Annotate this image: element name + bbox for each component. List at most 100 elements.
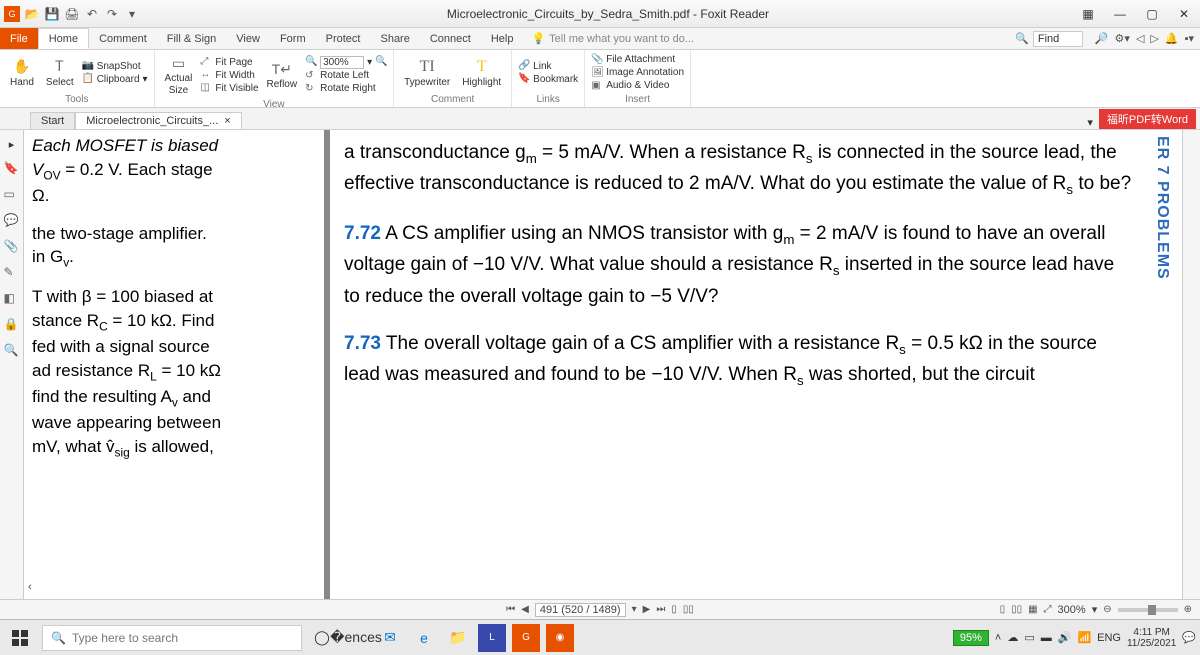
- fit-width-button[interactable]: ↔Fit Width: [200, 69, 258, 81]
- zoom-out-icon[interactable]: 🔍: [305, 56, 317, 68]
- comments-panel-icon[interactable]: 💬: [4, 213, 20, 229]
- settings-icon[interactable]: ⚙▾: [1115, 32, 1130, 45]
- tab-comment[interactable]: Comment: [89, 28, 157, 49]
- bookmark-button[interactable]: 🔖Bookmark: [518, 73, 578, 85]
- tab-home[interactable]: Home: [38, 28, 89, 49]
- page-dropdown-icon[interactable]: ▾: [632, 604, 637, 615]
- explorer-icon[interactable]: 📁: [444, 624, 472, 652]
- doctab-document[interactable]: Microelectronic_Circuits_...×: [75, 112, 241, 129]
- qat-more-icon[interactable]: ▾: [124, 6, 140, 22]
- zoom-in-icon[interactable]: 🔍: [375, 56, 387, 68]
- file-attachment-button[interactable]: 📎File Attachment: [591, 54, 684, 66]
- task-view-icon[interactable]: ◯: [308, 624, 336, 652]
- minimize-icon[interactable]: —: [1108, 4, 1132, 24]
- audio-video-button[interactable]: ▣Audio & Video: [591, 80, 684, 92]
- security-panel-icon[interactable]: 🔒: [4, 317, 20, 333]
- find-input[interactable]: Find: [1033, 31, 1083, 47]
- wifi-icon[interactable]: 📶: [1077, 631, 1091, 644]
- typewriter-button[interactable]: TITypewriter: [400, 56, 454, 90]
- clipboard-button[interactable]: 📋Clipboard ▾: [82, 73, 148, 85]
- fit-visible-button[interactable]: ◫Fit Visible: [200, 82, 258, 94]
- page-number-input[interactable]: 491 (520 / 1489): [535, 603, 626, 617]
- signatures-panel-icon[interactable]: ✎: [4, 265, 20, 281]
- print-icon[interactable]: 🖨: [64, 6, 80, 22]
- zoom-slider[interactable]: [1118, 608, 1178, 612]
- clock[interactable]: 4:11 PM 11/25/2021: [1127, 627, 1176, 649]
- volume-icon[interactable]: 🔊: [1058, 631, 1072, 644]
- vertical-scrollbar[interactable]: [1182, 130, 1200, 599]
- tab-protect[interactable]: Protect: [316, 28, 371, 49]
- tray-chevron-icon[interactable]: ˄: [995, 632, 1001, 644]
- rotate-right-button[interactable]: ↻Rotate Right: [305, 83, 387, 95]
- last-page-icon[interactable]: ⏭: [656, 604, 665, 615]
- zoom-input[interactable]: 300%: [320, 56, 364, 69]
- next-page-icon[interactable]: ▶: [643, 604, 651, 615]
- tab-share[interactable]: Share: [370, 28, 419, 49]
- undo-icon[interactable]: ↶: [84, 6, 100, 22]
- open-icon[interactable]: 📂: [24, 6, 40, 22]
- bell-icon[interactable]: 🔔: [1165, 32, 1179, 45]
- search-panel-icon[interactable]: 🔍: [4, 343, 20, 359]
- highlight-button[interactable]: THighlight: [458, 56, 505, 90]
- save-icon[interactable]: 💾: [44, 6, 60, 22]
- pages-panel-icon[interactable]: ▭: [4, 187, 20, 203]
- select-button[interactable]: ᎢSelect: [42, 56, 78, 90]
- reflow-button[interactable]: T↵Reflow: [263, 58, 302, 92]
- page-left[interactable]: Each MOSFET is biased VOV = 0.2 V. Each …: [24, 130, 324, 599]
- app-icon-2[interactable]: G: [512, 624, 540, 652]
- link-button[interactable]: 🔗Link: [518, 60, 578, 72]
- maximize-icon[interactable]: ▢: [1140, 4, 1164, 24]
- page-right[interactable]: a transconductance gm = 5 mA/V. When a r…: [330, 130, 1142, 599]
- app-icon-1[interactable]: L: [478, 624, 506, 652]
- apps-icon[interactable]: ▦: [1076, 4, 1100, 24]
- hand-button[interactable]: ✋Hand: [6, 56, 38, 90]
- mail-icon[interactable]: ✉: [376, 624, 404, 652]
- prev-page-icon[interactable]: ◀: [521, 604, 529, 615]
- app-icon-3[interactable]: ◉: [546, 624, 574, 652]
- battery-indicator[interactable]: 95%: [953, 630, 989, 646]
- fit-page-button[interactable]: ⤢Fit Page: [200, 56, 258, 68]
- rotate-left-button[interactable]: ↺Rotate Left: [305, 70, 387, 82]
- cortana-icon[interactable]: �ences: [342, 624, 370, 652]
- snapshot-button[interactable]: 📷SnapShot: [82, 60, 148, 72]
- doctab-start[interactable]: Start: [30, 112, 75, 129]
- view-mode-icon-2[interactable]: ▯▯: [1011, 604, 1022, 615]
- bookmarks-panel-icon[interactable]: 🔖: [4, 161, 20, 177]
- pdf-to-word-button[interactable]: 福昕PDF转Word: [1099, 109, 1196, 129]
- taskbar-search[interactable]: 🔍Type here to search: [42, 625, 302, 651]
- close-tab-icon[interactable]: ×: [224, 115, 230, 127]
- battery-icon[interactable]: ▬: [1041, 632, 1052, 644]
- tab-file[interactable]: File: [0, 28, 38, 49]
- tab-fill-sign[interactable]: Fill & Sign: [157, 28, 227, 49]
- language-indicator[interactable]: ENG: [1097, 632, 1121, 644]
- tell-me[interactable]: 💡Tell me what you want to do...: [523, 28, 702, 49]
- search-done-icon[interactable]: 🔎: [1095, 32, 1109, 45]
- start-button[interactable]: [4, 624, 36, 652]
- collapse-ribbon-icon[interactable]: ◁: [1136, 32, 1144, 45]
- sidebar-expand-icon[interactable]: ▸: [9, 138, 15, 151]
- zoom-dropdown-icon[interactable]: ▾: [1092, 603, 1098, 616]
- image-annotation-button[interactable]: 🖼Image Annotation: [591, 67, 684, 79]
- tab-form[interactable]: Form: [270, 28, 316, 49]
- close-icon[interactable]: ✕: [1172, 4, 1196, 24]
- layers-panel-icon[interactable]: ◧: [4, 291, 20, 307]
- doctab-dropdown-icon[interactable]: ▾: [1081, 116, 1099, 129]
- edge-icon[interactable]: e: [410, 624, 438, 652]
- notifications-icon[interactable]: 💬: [1182, 631, 1196, 644]
- first-page-icon[interactable]: ⏮: [506, 604, 515, 615]
- tray-icon[interactable]: ▭: [1024, 631, 1034, 644]
- zoom-in-icon[interactable]: ⊕: [1184, 604, 1192, 615]
- view-mode-icon-1[interactable]: ▯: [1000, 604, 1006, 615]
- view-mode-icon-3[interactable]: ▦: [1028, 604, 1037, 615]
- redo-icon[interactable]: ↷: [104, 6, 120, 22]
- pin-icon[interactable]: ▪▾: [1185, 32, 1194, 45]
- play-icon[interactable]: ▷: [1150, 32, 1158, 45]
- zoom-out-icon[interactable]: ⊖: [1103, 604, 1111, 615]
- onedrive-icon[interactable]: ☁: [1007, 631, 1018, 644]
- attachments-panel-icon[interactable]: 📎: [4, 239, 20, 255]
- tab-connect[interactable]: Connect: [420, 28, 481, 49]
- tab-view[interactable]: View: [226, 28, 270, 49]
- actual-size-button[interactable]: ▭ActualSize: [161, 52, 197, 98]
- tab-help[interactable]: Help: [481, 28, 524, 49]
- layout-icon-2[interactable]: ▯▯: [683, 604, 694, 615]
